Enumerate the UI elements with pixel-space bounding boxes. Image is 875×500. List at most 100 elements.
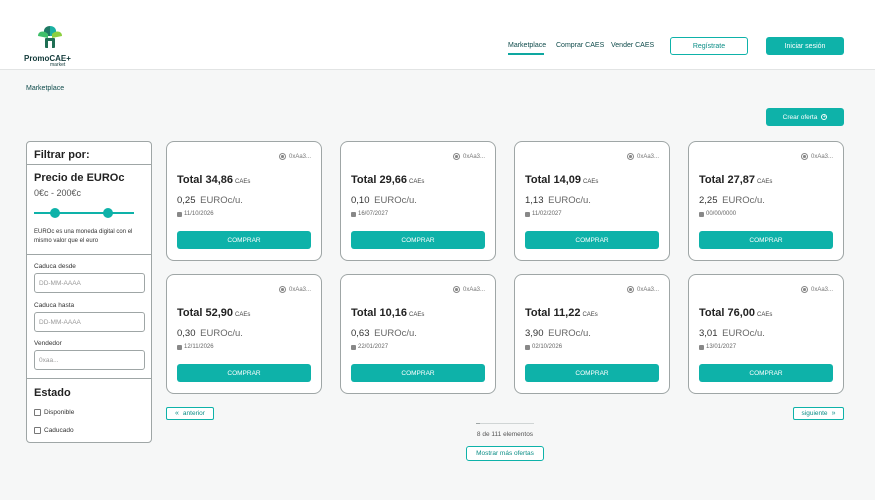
- caducado-checkbox[interactable]: [34, 427, 41, 434]
- offer-card: 0xAa3... Total 14,09 CAEs 1,13 EUROc/u. 1…: [514, 141, 670, 261]
- offer-total: Total 10,16 CAEs: [351, 307, 424, 319]
- offer-price: 0,63 EUROc/u.: [351, 328, 417, 339]
- user-avatar-icon: [800, 153, 808, 160]
- price-value: 3,01: [699, 328, 718, 339]
- disponible-label[interactable]: Disponible: [44, 409, 74, 416]
- seller-address[interactable]: 0xAa3...: [800, 286, 833, 293]
- price-filter-title: Precio de EUROc: [34, 172, 125, 184]
- seller-text: 0xAa3...: [810, 153, 833, 160]
- divider: [27, 254, 151, 255]
- price-slider-min-handle[interactable]: [50, 208, 60, 218]
- offer-card: 0xAa3... Total 52,90 CAEs 0,30 EUROc/u. 1…: [166, 274, 322, 394]
- caduca-desde-label: Caduca desde: [34, 263, 76, 270]
- price-slider-track[interactable]: [34, 212, 134, 214]
- total-value: Total 27,87: [699, 174, 756, 186]
- filter-title: Filtrar por:: [34, 149, 90, 161]
- brand-subtitle: market: [50, 62, 66, 68]
- seller-address[interactable]: 0xAa3...: [278, 153, 311, 160]
- date-text: 13/01/2027: [706, 344, 737, 350]
- seller-text: 0xAa3...: [810, 286, 833, 293]
- buy-button[interactable]: COMPRAR: [177, 231, 311, 249]
- seller-address[interactable]: 0xAa3...: [278, 286, 311, 293]
- vendedor-input[interactable]: [34, 350, 145, 370]
- disponible-checkbox[interactable]: [34, 409, 41, 416]
- seller-text: 0xAa3...: [462, 153, 485, 160]
- buy-button[interactable]: COMPRAR: [699, 364, 833, 382]
- seller-address[interactable]: 0xAa3...: [626, 286, 659, 293]
- offer-total: Total 14,09 CAEs: [525, 174, 598, 186]
- seller-text: 0xAa3...: [462, 286, 485, 293]
- offer-price: 0,30 EUROc/u.: [177, 328, 243, 339]
- offer-expiry-date: 11/10/2026: [177, 211, 214, 217]
- cae-unit: CAEs: [757, 312, 773, 318]
- offer-expiry-date: 12/11/2026: [177, 344, 214, 350]
- create-offer-button[interactable]: Crear oferta +: [766, 108, 844, 126]
- offer-total: Total 27,87 CAEs: [699, 174, 772, 186]
- buy-button[interactable]: COMPRAR: [351, 364, 485, 382]
- nav-comprar-caes[interactable]: Comprar CAES: [556, 42, 604, 49]
- buy-button[interactable]: COMPRAR: [525, 364, 659, 382]
- user-avatar-icon: [278, 153, 286, 160]
- breadcrumb[interactable]: Marketplace: [26, 85, 64, 92]
- date-text: 16/07/2027: [358, 211, 389, 217]
- price-slider-max-handle[interactable]: [103, 208, 113, 218]
- date-text: 02/10/2026: [532, 344, 563, 350]
- offer-expiry-date: 22/01/2027: [351, 344, 388, 350]
- buy-button[interactable]: COMPRAR: [177, 364, 311, 382]
- caducado-label[interactable]: Caducado: [44, 427, 74, 434]
- offer-card: 0xAa3... Total 29,66 CAEs 0,10 EUROc/u. 1…: [340, 141, 496, 261]
- seller-address[interactable]: 0xAa3...: [452, 153, 485, 160]
- previous-label: anterior: [182, 410, 205, 417]
- calendar-icon: [525, 211, 530, 217]
- user-avatar-icon: [452, 286, 460, 293]
- login-button[interactable]: Iniciar sesión: [766, 37, 844, 55]
- price-range-text: 0€c - 200€c: [34, 188, 82, 198]
- offer-card: 0xAa3... Total 76,00 CAEs 3,01 EUROc/u. 1…: [688, 274, 844, 394]
- price-value: 0,10: [351, 195, 370, 206]
- price-value: 0,25: [177, 195, 196, 206]
- next-page-button[interactable]: siguiente »: [793, 407, 844, 420]
- filter-panel: Filtrar por: Precio de EUROc 0€c - 200€c…: [26, 141, 152, 443]
- user-avatar-icon: [626, 153, 634, 160]
- logo-leaf-icon: [38, 26, 62, 48]
- offer-price: 3,90 EUROc/u.: [525, 328, 591, 339]
- offer-total: Total 34,86 CAEs: [177, 174, 250, 186]
- register-button[interactable]: Regístrate: [670, 37, 748, 55]
- total-value: Total 29,66: [351, 174, 408, 186]
- offer-total: Total 11,22 CAEs: [525, 307, 598, 319]
- double-chevron-right-icon: »: [831, 410, 836, 417]
- buy-button[interactable]: COMPRAR: [699, 231, 833, 249]
- brand-logo[interactable]: PromoCAE+ market: [24, 24, 76, 68]
- nav-vender-caes[interactable]: Vender CAES: [611, 42, 654, 49]
- price-unit: EUROc/u.: [722, 195, 765, 206]
- total-value: Total 14,09: [525, 174, 582, 186]
- buy-button[interactable]: COMPRAR: [525, 231, 659, 249]
- seller-address[interactable]: 0xAa3...: [800, 153, 833, 160]
- calendar-icon: [351, 344, 356, 350]
- cae-unit: CAEs: [757, 179, 773, 185]
- next-label: siguiente: [801, 410, 828, 417]
- caduca-desde-input[interactable]: [34, 273, 145, 293]
- buy-button[interactable]: COMPRAR: [351, 231, 485, 249]
- date-text: 00/00/0000: [706, 211, 737, 217]
- offer-price: 0,25 EUROc/u.: [177, 195, 243, 206]
- nav-marketplace[interactable]: Marketplace: [508, 42, 546, 49]
- seller-address[interactable]: 0xAa3...: [626, 153, 659, 160]
- price-value: 0,63: [351, 328, 370, 339]
- cae-unit: CAEs: [583, 179, 599, 185]
- offer-price: 0,10 EUROc/u.: [351, 195, 417, 206]
- total-value: Total 10,16: [351, 307, 408, 319]
- previous-page-button[interactable]: « anterior: [166, 407, 214, 420]
- plus-circle-icon: +: [821, 114, 828, 120]
- seller-address[interactable]: 0xAa3...: [452, 286, 485, 293]
- caduca-hasta-input[interactable]: [34, 312, 145, 332]
- price-unit: EUROc/u.: [200, 195, 243, 206]
- show-more-offers-button[interactable]: Mostrar más ofertas: [466, 446, 544, 461]
- user-avatar-icon: [452, 153, 460, 160]
- offer-expiry-date: 00/00/0000: [699, 211, 736, 217]
- caduca-hasta-label: Caduca hasta: [34, 302, 75, 309]
- offer-total: Total 76,00 CAEs: [699, 307, 772, 319]
- divider: [27, 378, 151, 379]
- cae-unit: CAEs: [235, 179, 251, 185]
- results-count: 8 de 111 elementos: [476, 431, 534, 438]
